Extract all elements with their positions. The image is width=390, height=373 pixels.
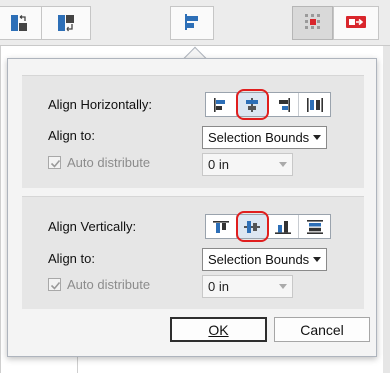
align-bottom-edges-icon[interactable] xyxy=(268,215,299,238)
ok-label: OK xyxy=(208,321,229,338)
distribute-horizontal-icon[interactable] xyxy=(299,93,330,116)
highlight-annotation xyxy=(236,89,269,120)
align-popup: Align Horizontally: Align to: Selection … xyxy=(7,58,377,357)
align-to-value: Selection Bounds xyxy=(208,130,310,145)
align-right-edges-icon[interactable] xyxy=(268,93,299,116)
align-to-dropdown[interactable]: Selection Bounds xyxy=(202,126,327,149)
grid-snap-button[interactable] xyxy=(292,6,333,40)
ok-button[interactable]: OK xyxy=(170,317,267,342)
paste-left-icon[interactable] xyxy=(0,7,42,39)
distribute-vertical-icon[interactable] xyxy=(299,215,330,238)
chevron-down-icon xyxy=(279,284,287,289)
align-horizontally-label: Align Horizontally: xyxy=(48,97,153,112)
auto-distribute-checkbox[interactable] xyxy=(48,156,61,169)
spacing-dropdown: 0 in xyxy=(202,275,293,298)
background-scroll-area xyxy=(383,46,390,373)
align-to-value: Selection Bounds xyxy=(208,252,310,267)
cancel-label: Cancel xyxy=(300,321,344,338)
align-top-edges-icon[interactable] xyxy=(206,215,237,238)
background-divider xyxy=(77,355,78,373)
background-edge xyxy=(0,46,1,373)
cancel-button[interactable]: Cancel xyxy=(274,317,370,342)
horizontal-align-group: Align Horizontally: Align to: Selection … xyxy=(22,75,364,188)
align-vertically-label: Align Vertically: xyxy=(48,219,137,234)
chevron-down-icon xyxy=(313,135,321,140)
align-left-edges-icon[interactable] xyxy=(206,93,237,116)
align-to-label: Align to: xyxy=(48,128,95,143)
chevron-down-icon xyxy=(279,162,287,167)
auto-distribute-checkbox[interactable] xyxy=(48,278,61,291)
align-left-icon xyxy=(183,13,201,34)
vertical-align-group: Align Vertically: Align to: Selection Bo… xyxy=(22,196,364,309)
paste-right-icon[interactable] xyxy=(42,7,90,39)
align-to-label: Align to: xyxy=(48,251,95,266)
align-to-dropdown[interactable]: Selection Bounds xyxy=(202,248,327,271)
align-button[interactable] xyxy=(170,6,214,40)
highlight-annotation xyxy=(236,211,269,242)
spacing-value: 0 in xyxy=(208,157,229,172)
present-icon xyxy=(345,14,367,33)
auto-distribute-label: Auto distribute xyxy=(67,155,151,170)
paste-group xyxy=(0,6,91,40)
present-button[interactable] xyxy=(333,6,379,40)
spacing-dropdown: 0 in xyxy=(202,153,293,176)
toolbar xyxy=(0,0,390,46)
auto-distribute-label: Auto distribute xyxy=(67,277,151,292)
chevron-down-icon xyxy=(313,257,321,262)
grid-snap-icon xyxy=(304,13,322,34)
spacing-value: 0 in xyxy=(208,279,229,294)
